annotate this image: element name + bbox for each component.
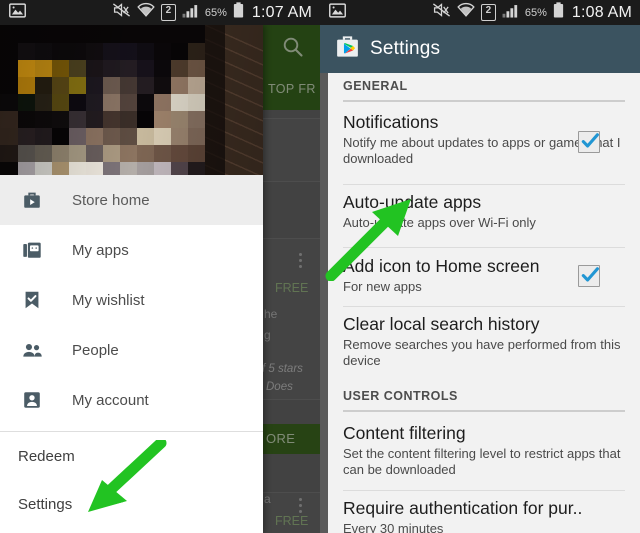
sidebar-item-label: Store home xyxy=(72,191,150,209)
signal-bars-icon xyxy=(182,3,199,23)
sidebar-item-label: Redeem xyxy=(18,447,75,465)
row-title: Require authentication for pur.. xyxy=(343,498,583,518)
section-label: GENERAL xyxy=(343,79,408,93)
sidebar-item-redeem[interactable]: Redeem xyxy=(0,432,263,480)
account-icon xyxy=(18,386,46,414)
section-rule xyxy=(343,410,625,412)
section-label: USER CONTROLS xyxy=(343,389,458,403)
battery-icon xyxy=(553,2,564,23)
row-subtitle: Remove searches you have performed from … xyxy=(343,337,621,368)
row-subtitle: Auto-update apps over Wi-Fi only xyxy=(343,215,536,230)
status-bar-clock: 1:08 AM xyxy=(571,3,632,21)
wifi-icon xyxy=(137,2,155,23)
sidebar-item-settings[interactable]: Settings xyxy=(0,480,263,528)
bookmark-check-icon xyxy=(18,286,46,314)
drawer-header-image xyxy=(0,25,263,175)
sidebar-item-label: My apps xyxy=(72,241,129,259)
signal-bars-icon xyxy=(502,3,519,23)
status-bar-left: 2 65% 1:07 AM xyxy=(0,0,320,25)
section-user-controls: USER CONTROLS xyxy=(328,389,640,412)
row-title: Auto-update apps xyxy=(343,192,482,212)
battery-icon xyxy=(233,2,244,23)
check-icon xyxy=(581,267,599,282)
checkbox-notifications[interactable] xyxy=(578,131,600,153)
sidebar-item-label: My account xyxy=(72,391,149,409)
play-store-bag-icon xyxy=(334,33,361,65)
sidebar-item-label: My wishlist xyxy=(72,291,145,309)
navigation-drawer: Store home My apps My wishlist People My… xyxy=(0,25,263,533)
sidebar-item-label: Settings xyxy=(18,495,73,513)
store-bag-icon xyxy=(18,186,46,214)
section-general: GENERAL xyxy=(328,79,640,102)
page-title: Settings xyxy=(370,38,441,59)
wifi-icon xyxy=(457,2,475,23)
check-icon xyxy=(581,133,599,148)
image-icon xyxy=(9,2,26,23)
row-subtitle: Every 30 minutes xyxy=(343,521,444,533)
sim-badge: 2 xyxy=(480,4,496,21)
settings-row-clear-local-search-history[interactable]: Clear local search history Remove search… xyxy=(328,314,640,369)
mute-icon xyxy=(112,2,131,23)
row-title: Content filtering xyxy=(343,423,466,443)
section-rule xyxy=(343,100,625,102)
sidebar-item-people[interactable]: People xyxy=(0,325,263,375)
my-apps-icon xyxy=(18,236,46,264)
status-bar-right: 2 65% 1:08 AM xyxy=(320,0,640,25)
battery-percent: 65% xyxy=(204,6,227,19)
image-icon xyxy=(329,2,346,23)
header-gradient xyxy=(0,25,263,175)
settings-row-content-filtering[interactable]: Content filtering Set the content filter… xyxy=(328,423,640,478)
sidebar-item-my-apps[interactable]: My apps xyxy=(0,225,263,275)
settings-row-require-authentication[interactable]: Require authentication for pur.. Every 3… xyxy=(328,498,640,533)
checkbox-add-icon-home-screen[interactable] xyxy=(578,265,600,287)
left-screen: TOP FR FREE he g f 5 stars Does ORE a FR… xyxy=(0,0,320,533)
row-subtitle: Set the content filtering level to restr… xyxy=(343,446,621,477)
row-divider xyxy=(343,184,625,185)
settings-app-bar: Settings xyxy=(320,25,640,73)
battery-percent: 65% xyxy=(524,6,547,19)
left-edge-scrim xyxy=(320,25,328,533)
sidebar-item-my-account[interactable]: My account xyxy=(0,375,263,425)
mute-icon xyxy=(432,2,451,23)
settings-row-auto-update-apps[interactable]: Auto-update apps Auto-update apps over W… xyxy=(328,192,640,231)
sim-badge: 2 xyxy=(160,4,176,21)
right-screen: Settings GENERAL Notifications Notify me… xyxy=(320,0,640,533)
row-divider xyxy=(343,490,625,491)
status-bar-clock: 1:07 AM xyxy=(251,3,312,21)
drawer-scrim[interactable] xyxy=(263,25,320,533)
screenshot-root: TOP FR FREE he g f 5 stars Does ORE a FR… xyxy=(0,0,640,533)
row-title: Clear local search history xyxy=(343,314,540,334)
sidebar-item-store-home[interactable]: Store home xyxy=(0,175,263,225)
row-divider xyxy=(343,306,625,307)
sidebar-item-my-wishlist[interactable]: My wishlist xyxy=(0,275,263,325)
row-divider xyxy=(343,247,625,248)
people-icon xyxy=(18,336,46,364)
sidebar-item-label: People xyxy=(72,341,119,359)
